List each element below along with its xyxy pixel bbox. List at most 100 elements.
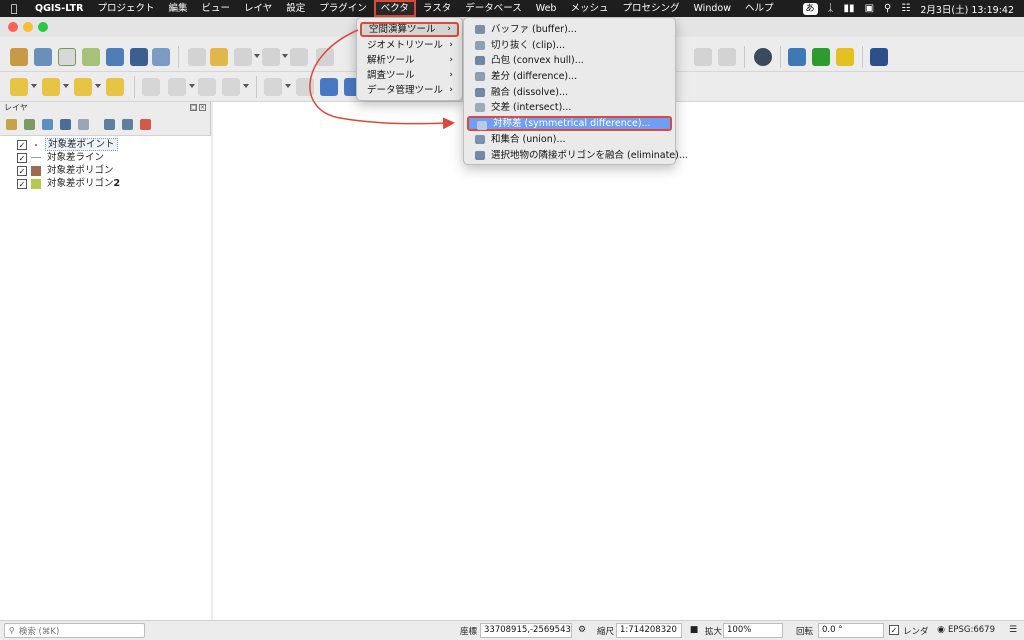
window-minimize-button[interactable] bbox=[23, 22, 33, 32]
layer-item-point[interactable]: ✓ 対象差ポイント bbox=[0, 138, 211, 151]
panel-close-icon[interactable]: × bbox=[199, 104, 206, 111]
input-method-indicator[interactable]: あ bbox=[802, 2, 818, 15]
layer-name[interactable]: 対象差ポリゴン2 bbox=[45, 178, 122, 189]
new-temporary-layer-icon[interactable] bbox=[152, 48, 170, 66]
toggle-editing-icon[interactable] bbox=[210, 48, 228, 66]
chevron-down-icon[interactable] bbox=[189, 84, 195, 88]
layer-visibility-checkbox[interactable]: ✓ bbox=[17, 139, 27, 150]
menu-item-eliminate[interactable]: 選択地物の隣接ポリゴンを融合 (eliminate)... bbox=[467, 148, 688, 163]
bluetooth-icon[interactable]: ᛣ bbox=[828, 3, 834, 14]
menu-edit[interactable]: 編集 bbox=[162, 0, 195, 17]
battery-icon[interactable]: ▮▮ bbox=[844, 3, 855, 14]
vertex-tool-icon[interactable] bbox=[290, 48, 308, 66]
measure-tool-icon[interactable] bbox=[168, 78, 186, 96]
manage-visibility-icon[interactable] bbox=[42, 119, 53, 130]
statistics-icon[interactable] bbox=[198, 78, 216, 96]
menu-item-intersect[interactable]: 交差 (intersect)... bbox=[467, 100, 672, 115]
filter-legend-icon[interactable] bbox=[60, 119, 71, 130]
lock-scale-icon[interactable]: ■ bbox=[689, 625, 699, 635]
map-canvas[interactable] bbox=[213, 102, 1024, 620]
data-source-manager-icon[interactable] bbox=[10, 48, 28, 66]
globe-plugin-icon[interactable] bbox=[754, 48, 772, 66]
locator-search-input[interactable]: ⚲ 検索 (⌘K) bbox=[4, 623, 145, 638]
new-spatialite-layer-icon[interactable] bbox=[82, 48, 100, 66]
python-console-icon[interactable] bbox=[788, 48, 806, 66]
layer-name[interactable]: 対象差ポイント bbox=[45, 138, 118, 151]
annotation-edit-icon[interactable] bbox=[718, 48, 736, 66]
menu-item-research-tools[interactable]: 調査ツール › bbox=[360, 68, 459, 83]
menu-mesh[interactable]: メッシュ bbox=[563, 0, 615, 17]
menu-help[interactable]: ヘルプ bbox=[738, 0, 781, 17]
menu-settings[interactable]: 設定 bbox=[279, 0, 312, 17]
spotlight-search-icon[interactable]: ⚲ bbox=[884, 3, 891, 14]
crs-globe-icon[interactable]: ◉ bbox=[936, 625, 946, 635]
menu-item-clip[interactable]: 切り抜く (clip)... bbox=[467, 38, 672, 53]
add-group-icon[interactable] bbox=[24, 119, 35, 130]
new-virtual-layer-icon[interactable] bbox=[106, 48, 124, 66]
menu-item-geoprocessing-tools[interactable]: 空間演算ツール › bbox=[360, 22, 459, 37]
expand-all-icon[interactable] bbox=[104, 119, 115, 130]
menu-view[interactable]: ビュー bbox=[195, 0, 238, 17]
rotation-field[interactable]: 0.0 ° bbox=[818, 623, 884, 638]
menu-window[interactable]: Window bbox=[687, 0, 738, 17]
magnifier-field[interactable]: 100% bbox=[723, 623, 783, 638]
filter-by-expression-icon[interactable] bbox=[78, 119, 89, 130]
menu-app-name[interactable]: QGIS-LTR bbox=[28, 0, 90, 17]
chevron-down-icon[interactable] bbox=[95, 84, 101, 88]
collapse-all-icon[interactable] bbox=[122, 119, 133, 130]
control-center-icon[interactable]: ☷ bbox=[901, 3, 910, 14]
menu-item-data-management-tools[interactable]: データ管理ツール › bbox=[360, 83, 459, 98]
add-line-icon[interactable] bbox=[234, 48, 252, 66]
layer-styling-icon[interactable] bbox=[6, 119, 17, 130]
menu-processing[interactable]: プロセシング bbox=[615, 0, 686, 17]
vertex-editor-icon[interactable] bbox=[316, 48, 334, 66]
digitize-polygon-icon[interactable] bbox=[320, 78, 338, 96]
menu-item-union[interactable]: 和集合 (union)... bbox=[467, 132, 672, 147]
menu-database[interactable]: データベース bbox=[458, 0, 529, 17]
layer-visibility-checkbox[interactable]: ✓ bbox=[17, 165, 27, 176]
layer-visibility-checkbox[interactable]: ✓ bbox=[17, 152, 27, 163]
menu-plugins[interactable]: プラグイン bbox=[312, 0, 374, 17]
menu-raster[interactable]: ラスタ bbox=[416, 0, 458, 17]
menu-item-difference[interactable]: 差分 (difference)... bbox=[467, 69, 672, 84]
new-geopackage-layer-icon[interactable] bbox=[34, 48, 52, 66]
digitize-pencil-icon[interactable] bbox=[188, 48, 206, 66]
menu-item-symmetrical-difference[interactable]: 対称差 (symmetrical difference)... bbox=[467, 116, 672, 131]
help-icon[interactable] bbox=[870, 48, 888, 66]
layer-visibility-checkbox[interactable]: ✓ bbox=[17, 178, 27, 189]
annotation-tool-icon[interactable] bbox=[694, 48, 712, 66]
menu-item-convex-hull[interactable]: 凸包 (convex hull)... bbox=[467, 53, 672, 68]
layer-item-polygon-2[interactable]: ✓ 対象差ポリゴン2 bbox=[0, 177, 211, 190]
add-point-icon[interactable] bbox=[262, 48, 280, 66]
layer-item-line[interactable]: ✓ 対象差ライン bbox=[0, 151, 211, 164]
messages-icon[interactable]: ☰ bbox=[1008, 625, 1018, 635]
panel-float-icon[interactable]: □ bbox=[190, 104, 197, 111]
terrain-plugin-icon[interactable] bbox=[812, 48, 830, 66]
layer-item-polygon[interactable]: ✓ 対象差ポリゴン bbox=[0, 164, 211, 177]
label-tool-icon[interactable] bbox=[264, 78, 282, 96]
new-shapefile-layer-icon[interactable] bbox=[58, 48, 76, 66]
map-tips-icon[interactable] bbox=[222, 78, 240, 96]
window-close-button[interactable] bbox=[8, 22, 18, 32]
screen-mirroring-icon[interactable]: ▣ bbox=[865, 3, 874, 14]
select-by-value-icon[interactable] bbox=[42, 78, 60, 96]
layer-name[interactable]: 対象差ライン bbox=[45, 152, 106, 163]
deselect-features-icon[interactable] bbox=[74, 78, 92, 96]
layer-name[interactable]: 対象差ポリゴン bbox=[45, 165, 116, 176]
chevron-down-icon[interactable] bbox=[63, 84, 69, 88]
new-memory-layer-icon[interactable] bbox=[130, 48, 148, 66]
remove-layer-icon[interactable] bbox=[140, 119, 151, 130]
chevron-down-icon[interactable] bbox=[243, 84, 249, 88]
crs-label[interactable]: EPSG:6679 bbox=[948, 625, 995, 635]
pointer-tool-icon[interactable] bbox=[296, 78, 314, 96]
coordinate-field[interactable]: 33708915,-25695435 bbox=[480, 623, 572, 638]
table-tool-icon[interactable] bbox=[142, 78, 160, 96]
chevron-down-icon[interactable] bbox=[254, 54, 260, 58]
menu-web[interactable]: Web bbox=[529, 0, 564, 17]
menu-item-buffer[interactable]: バッファ (buffer)... bbox=[467, 22, 672, 37]
scale-field[interactable]: 1:714208320 bbox=[616, 623, 682, 638]
menu-layer[interactable]: レイヤ bbox=[237, 0, 279, 17]
menu-item-geometry-tools[interactable]: ジオメトリツール › bbox=[360, 38, 459, 53]
menu-vector[interactable]: ベクタ bbox=[373, 0, 416, 17]
menubar-clock[interactable]: 2月3日(土) 13:19:42 bbox=[920, 2, 1014, 16]
